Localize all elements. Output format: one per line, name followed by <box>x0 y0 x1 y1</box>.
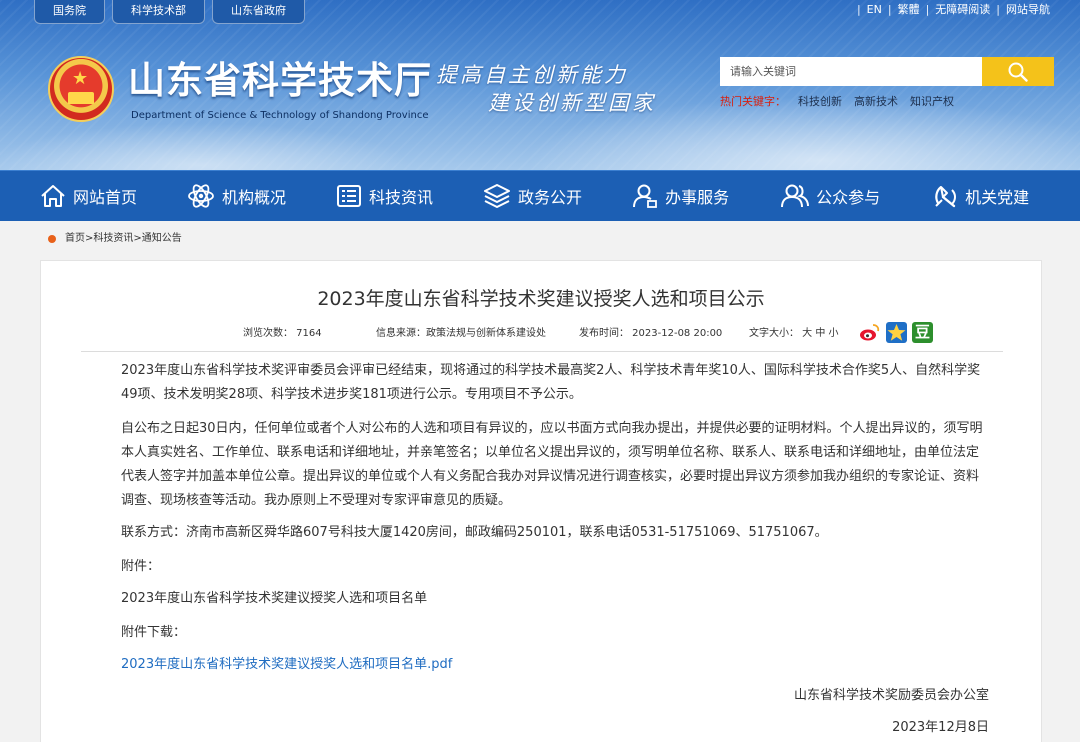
top-tab-provincial-gov[interactable]: 山东省政府 <box>212 0 305 24</box>
hot-keyword-item[interactable]: 知识产权 <box>910 95 954 109</box>
main-nav: 网站首页 机构概况 科技资讯 政务公开 办事服务 公众参与 机关党建 <box>0 170 1080 221</box>
news-icon <box>337 185 362 207</box>
breadcrumb-dot-icon <box>48 235 56 243</box>
nav-label: 机关党建 <box>965 188 1030 207</box>
party-emblem-icon <box>935 186 957 208</box>
top-tabs: 国务院 科学技术部 山东省政府 <box>34 0 305 24</box>
article-paragraph-contact: 联系方式：济南市高新区舜华路607号科技大厦1420房间，邮政编码250101，… <box>121 525 828 540</box>
slogan-line-2: 建设创新型国家 <box>488 91 656 115</box>
share-douban-button[interactable]: 豆 <box>912 322 933 343</box>
nav-label: 政务公开 <box>518 188 583 207</box>
national-emblem-icon: ★ <box>48 56 114 122</box>
layers-icon <box>484 184 511 208</box>
people-icon <box>781 184 810 208</box>
nav-item-public-participation[interactable]: 公众参与 <box>781 171 880 221</box>
breadcrumb: 首页>科技资讯>通知公告 <box>48 232 182 246</box>
search-button[interactable] <box>982 57 1054 86</box>
article-paragraph: 自公布之日起30日内，任何单位或者个人对公布的人选和项目有异议的，应以书面方式向… <box>121 421 983 508</box>
article-panel: 2023年度山东省科学技术奖建议授奖人选和项目公示 浏览次数： 7164 信息来… <box>40 260 1042 742</box>
title-divider <box>81 351 1003 352</box>
nav-label: 公众参与 <box>816 188 881 207</box>
top-tab-most[interactable]: 科学技术部 <box>112 0 205 24</box>
site-header: 国务院 科学技术部 山东省政府 | EN | 繁體 | 无障碍阅读 | 网站导航… <box>0 0 1080 170</box>
article-paragraph: 2023年度山东省科学技术奖评审委员会评审已经结束，现将通过的科学技术最高奖2人… <box>121 363 981 402</box>
meta-source: 信息来源：政策法规与创新体系建设处 <box>376 328 546 339</box>
top-links: | EN | 繁體 | 无障碍阅读 | 网站导航 <box>856 2 1050 18</box>
site-title[interactable]: 山东省科学技术厅 <box>128 56 432 104</box>
user-service-icon <box>633 184 657 208</box>
meta-font-size[interactable]: 文字大小： 大 中 小 <box>749 327 839 341</box>
attachment-download-link[interactable]: 2023年度山东省科学技术奖建议授奖人选和项目名单.pdf <box>121 657 452 672</box>
nav-item-gov-affairs[interactable]: 政务公开 <box>483 171 582 221</box>
hot-keywords: 热门关键字： 科技创新 高新技术 知识产权 <box>720 95 954 109</box>
hot-keyword-item[interactable]: 高新技术 <box>854 95 898 109</box>
nav-label: 机构概况 <box>222 188 287 207</box>
attachment-label: 附件： <box>121 559 161 574</box>
nav-item-about[interactable]: 机构概况 <box>187 171 286 221</box>
search-icon <box>1008 62 1028 82</box>
link-traditional[interactable]: 繁體 <box>898 2 920 18</box>
slogan-line-1: 提高自主创新能力 <box>436 63 628 87</box>
top-tab-state-council[interactable]: 国务院 <box>34 0 105 24</box>
nav-label: 办事服务 <box>665 188 730 207</box>
hot-keyword-item[interactable]: 科技创新 <box>798 95 842 109</box>
share-qzone-button[interactable] <box>886 322 907 343</box>
meta-date: 发布时间： 2023-12-08 20:00 <box>579 328 723 339</box>
signature-date: 2023年12月8日 <box>892 720 989 735</box>
link-english[interactable]: EN <box>867 2 882 18</box>
nav-item-party-building[interactable]: 机关党建 <box>932 171 1029 221</box>
nav-item-news[interactable]: 科技资讯 <box>336 171 433 221</box>
nav-item-home[interactable]: 网站首页 <box>40 171 137 221</box>
attachment-link-row: 2023年度山东省科学技术奖建议授奖人选和项目名单.pdf <box>121 653 991 677</box>
link-site-nav[interactable]: 网站导航 <box>1006 2 1050 18</box>
site-subtitle: Department of Science & Technology of Sh… <box>131 110 429 121</box>
star-icon <box>887 324 906 341</box>
attachment-name: 2023年度山东省科学技术奖建议授奖人选和项目名单 <box>121 591 428 606</box>
weibo-icon <box>860 324 880 341</box>
hot-keywords-label: 热门关键字： <box>720 95 786 108</box>
share-weibo-button[interactable] <box>859 322 880 343</box>
article-title: 2023年度山东省科学技术奖建议授奖人选和项目公示 <box>317 288 765 310</box>
attachment-download-label: 附件下载： <box>121 625 187 640</box>
breadcrumb-path[interactable]: 首页>科技资讯>通知公告 <box>65 232 182 246</box>
meta-views: 浏览次数： 7164 <box>243 328 322 339</box>
signature: 山东省科学技术奖励委员会办公室 <box>793 688 989 703</box>
search-input[interactable] <box>720 57 982 86</box>
nav-item-services[interactable]: 办事服务 <box>632 171 729 221</box>
nav-label: 网站首页 <box>73 188 138 207</box>
nav-label: 科技资讯 <box>369 188 434 207</box>
link-accessibility[interactable]: 无障碍阅读 <box>935 2 990 18</box>
home-icon <box>41 185 65 207</box>
atom-icon <box>188 184 214 208</box>
